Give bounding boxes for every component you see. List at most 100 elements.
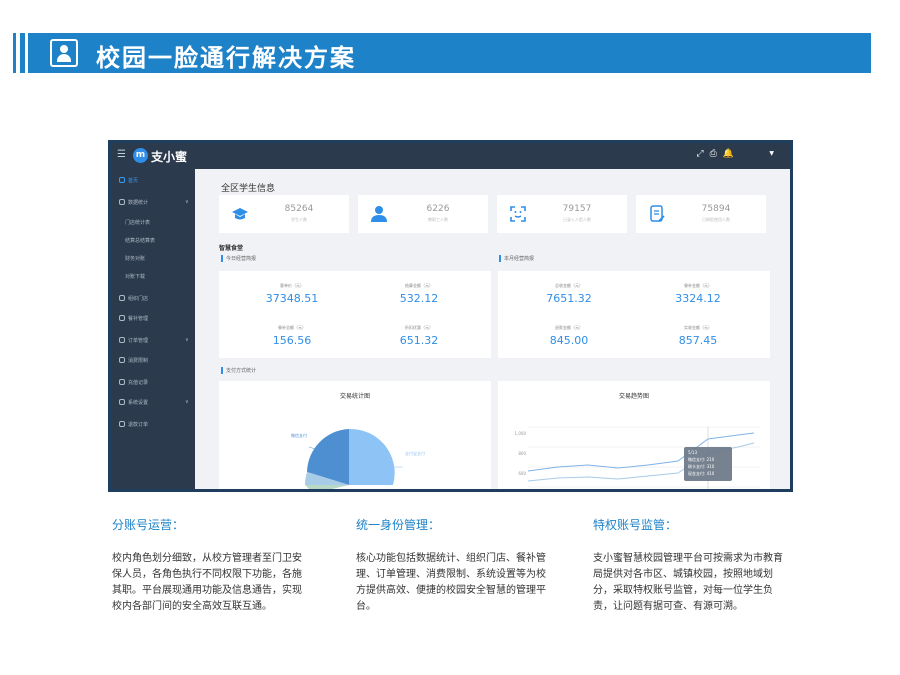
sidebar-item[interactable]: 充值记录	[119, 379, 148, 391]
topbar-icons[interactable]: ⤢⎙🔔	[696, 149, 740, 159]
stat-value: 85264	[284, 204, 314, 214]
sidebar-item-label: 订单管理	[128, 338, 149, 344]
feature-column-privileged: 特权账号监管： 支小蜜智慧校园管理平台可按需求为市教育局提供对各市区、城镇校园，…	[593, 516, 789, 615]
metric-today-1: 结算金额（元） 532.12	[399, 283, 439, 305]
sidebar-item-label: 餐补管理	[128, 316, 149, 322]
pie-legend-wechat: 微信支付	[291, 433, 307, 438]
sidebar-item[interactable]: 门店统计表	[125, 219, 150, 231]
graduation-cap-icon	[232, 208, 248, 220]
stat-label: 教职工人数	[428, 217, 448, 222]
stat-label: 学生人数	[291, 217, 307, 222]
banner-title: 校园一脸通行解决方案	[96, 44, 356, 72]
metric-today-3: 折扣优惠（元） 651.32	[399, 325, 439, 347]
sidebar-item-label: 首页	[128, 178, 139, 184]
sidebar-item[interactable]: 对账下载	[125, 273, 145, 285]
metric-month-0: 总收金额（元） 7651.32	[546, 283, 592, 305]
metric-today-0: 客单价（元） 37348.51	[265, 283, 319, 305]
today-report-label: 今日经营简报	[221, 255, 256, 262]
sidebar-item-label: 退款订单	[128, 422, 149, 428]
sidebar-item-icon	[119, 399, 125, 405]
metric-today-2: 餐补总额（元） 156.56	[272, 325, 312, 347]
pie-chart-panel: 交易统计图 微信支付 支付宝支付	[219, 381, 491, 489]
stat-card-staff: 6226 教职工人数	[358, 195, 488, 233]
sidebar-item-icon	[119, 421, 125, 427]
stat-card-face-used: 75894 已刷脸使用人数	[636, 195, 766, 233]
sidebar-item-icon	[119, 379, 125, 385]
pie-slice-cash	[305, 485, 349, 489]
feature-title: 特权账号监管：	[593, 518, 678, 532]
banner-accent-bar-thin	[13, 33, 16, 73]
sidebar-item[interactable]: 财务对账	[125, 255, 145, 267]
metric-month-3: 实收金额（元） 857.45	[678, 325, 718, 347]
feature-text: 核心功能包括数据统计、组织门店、餐补管理、订单管理、消费限制、系统设置等为校方提…	[356, 553, 546, 612]
face-scan-icon	[510, 206, 526, 222]
sidebar-item[interactable]: 首页	[119, 177, 138, 189]
payment-stats-label: 支付方式统计	[221, 367, 256, 374]
app-brand: 支小蜜	[151, 150, 188, 164]
stat-label: 已刷脸使用人数	[702, 217, 730, 222]
month-report-label: 本月经营简报	[499, 255, 534, 262]
sidebar-item[interactable]: 消费限制	[119, 357, 148, 369]
sidebar-item[interactable]: 退款订单	[119, 421, 148, 433]
banner-accent-bar	[20, 33, 25, 73]
sidebar-item-label: 财务对账	[125, 256, 146, 262]
feature-text: 校内角色划分细致，从校方管理者至门卫安保人员，各角色执行不同权限下功能，各施其职…	[112, 553, 302, 612]
metric-month-1: 餐补金额（元） 3324.12	[675, 283, 721, 305]
app-screenshot: ☰ m 支小蜜 ⤢⎙🔔 ▼ 首页数据统计 ∨ 门店统计表结算总结算表 财务对账对账下载…	[108, 140, 793, 492]
line-chart-panel: 交易趋势图 1,000 800 600 400 5/1	[498, 381, 770, 489]
sidebar-item-label: 组织门店	[128, 296, 149, 302]
user-dropdown-icon[interactable]: ▼	[769, 150, 774, 157]
sidebar-item-icon	[119, 337, 125, 343]
stat-value: 75894	[701, 204, 731, 214]
line-chart	[527, 426, 760, 489]
canteen-title: 智慧食堂	[219, 245, 244, 252]
sidebar: 首页数据统计 ∨ 门店统计表结算总结算表 财务对账对账下载组织门店餐补管理订单管理 ∨ 消…	[111, 169, 195, 489]
month-report-panel: 总收金额（元） 7651.32 餐补金额（元） 3324.12 退款金额（元） 845…	[498, 271, 770, 358]
sidebar-item-label: 结算总结算表	[125, 238, 156, 244]
sidebar-item-label: 门店统计表	[125, 220, 151, 226]
line-y-axis-ticks: 1,000 800 600 400	[514, 431, 526, 476]
sidebar-item-label: 充值记录	[128, 380, 149, 386]
app-topbar: ☰ m 支小蜜 ⤢⎙🔔 ▼	[111, 143, 790, 169]
hamburger-menu-icon[interactable]: ☰	[117, 149, 126, 160]
page-title: 全区学生信息	[221, 184, 276, 194]
app-logo: m	[133, 148, 148, 163]
sidebar-item[interactable]: 系统设置	[119, 399, 148, 411]
feature-title: 分账号运营：	[112, 518, 185, 532]
sidebar-item-icon	[119, 199, 125, 205]
sidebar-item-icon	[119, 295, 125, 301]
feature-title: 统一身份管理：	[356, 518, 441, 532]
sidebar-item-label: 对账下载	[125, 274, 146, 280]
metric-month-2: 退款金额（元） 845.00	[549, 325, 589, 347]
pie-slice-alipay	[349, 428, 395, 485]
sidebar-item-label: 系统设置	[128, 400, 149, 406]
stat-card-face-registered: 79157 已录入人脸人数	[497, 195, 627, 233]
pie-legend-alipay: 支付宝支付	[405, 451, 425, 456]
user-frame-icon	[50, 39, 78, 67]
header-banner: 校园一脸通行解决方案	[13, 33, 871, 73]
feature-text: 支小蜜智慧校园管理平台可按需求为市教育局提供对各市区、城镇校园，按照地域划分，采…	[593, 553, 783, 612]
feature-column-identity: 统一身份管理： 核心功能包括数据统计、组织门店、餐补管理、订单管理、消费限制、系…	[356, 516, 552, 615]
pie-chart	[305, 428, 403, 489]
sidebar-item-label: 数据统计	[128, 200, 149, 206]
main-content: 全区学生信息 85264 学生人数 6226 教职工人数 79157 已录入人脸…	[195, 169, 790, 489]
sidebar-item[interactable]: 组织门店	[119, 295, 148, 307]
chart-tooltip-text: 5/13 微信支付: 210 刷卡支付: 310 现金支付: 410	[688, 450, 715, 476]
document-edit-icon	[650, 205, 665, 222]
sidebar-item-icon	[119, 357, 125, 363]
sidebar-item[interactable]: 结算总结算表	[125, 237, 155, 249]
chevron-down-icon: ∨	[185, 337, 189, 343]
feature-column-sub-accounts: 分账号运营： 校内角色划分细致，从校方管理者至门卫安保人员，各角色执行不同权限下…	[112, 516, 308, 615]
stat-card-students: 85264 学生人数	[219, 195, 349, 233]
sidebar-item[interactable]: 餐补管理	[119, 315, 148, 327]
person-icon	[371, 206, 387, 222]
sidebar-item-label: 消费限制	[128, 358, 149, 364]
chevron-down-icon: ∨	[185, 199, 189, 205]
sidebar-item[interactable]: 数据统计	[119, 199, 148, 211]
sidebar-item[interactable]: 订单管理	[119, 337, 148, 349]
stat-value: 79157	[562, 204, 592, 214]
sidebar-item-icon	[119, 315, 125, 321]
chevron-down-icon: ∨	[185, 399, 189, 405]
stat-label: 已录入人脸人数	[563, 217, 591, 222]
stat-value: 6226	[426, 204, 450, 214]
